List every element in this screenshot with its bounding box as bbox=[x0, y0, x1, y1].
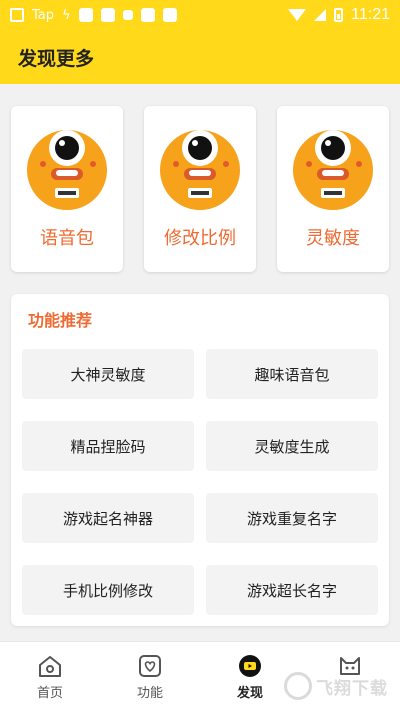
watermark-logo-icon bbox=[284, 672, 312, 700]
mascot-icon bbox=[160, 130, 240, 210]
feature-cards: 语音包 修改比例 灵敏度 bbox=[11, 106, 389, 272]
feature-button[interactable]: 游戏重复名字 bbox=[206, 493, 378, 543]
heart-icon bbox=[139, 655, 161, 677]
feature-button[interactable]: 大神灵敏度 bbox=[22, 349, 194, 399]
card-label: 语音包 bbox=[40, 228, 94, 249]
feature-button[interactable]: 精品捏脸码 bbox=[22, 421, 194, 471]
card-modify-ratio[interactable]: 修改比例 bbox=[144, 106, 256, 272]
signal-icon bbox=[314, 9, 327, 21]
carrier-text: Tap bbox=[32, 7, 55, 23]
home-icon bbox=[39, 656, 61, 677]
page-title: 发现更多 bbox=[18, 47, 95, 70]
section-title: 功能推荐 bbox=[28, 311, 93, 330]
bolt-icon: ϟ bbox=[62, 7, 71, 23]
wifi-icon bbox=[288, 9, 307, 21]
discover-icon bbox=[239, 655, 261, 677]
card-label: 灵敏度 bbox=[306, 228, 360, 249]
feature-button[interactable]: 游戏起名神器 bbox=[22, 493, 194, 543]
feature-button[interactable]: 趣味语音包 bbox=[206, 349, 378, 399]
watermark: 飞翔下载 bbox=[284, 669, 394, 703]
feature-button[interactable]: 手机比例修改 bbox=[22, 565, 194, 615]
notification-icon bbox=[122, 10, 133, 20]
nav-features[interactable]: 功能 bbox=[100, 642, 200, 711]
nav-label: 功能 bbox=[136, 686, 163, 701]
notification-icon bbox=[140, 8, 155, 22]
card-sensitivity[interactable]: 灵敏度 bbox=[277, 106, 389, 272]
feature-button[interactable]: 游戏超长名字 bbox=[206, 565, 378, 615]
card-voice-pack[interactable]: 语音包 bbox=[11, 106, 123, 272]
watermark-text: 飞翔下载 bbox=[316, 678, 388, 699]
header: 发现更多 bbox=[0, 30, 400, 84]
card-label: 修改比例 bbox=[164, 228, 236, 249]
status-bar: Tap ϟ 11:21 bbox=[0, 0, 400, 30]
battery-icon bbox=[334, 8, 344, 22]
clock: 11:21 bbox=[351, 6, 390, 23]
notification-icon bbox=[100, 8, 115, 22]
nav-home[interactable]: 首页 bbox=[0, 642, 100, 711]
image-notification-icon bbox=[10, 8, 24, 22]
recommend-grid: 大神灵敏度 趣味语音包 精品捏脸码 灵敏度生成 游戏起名神器 游戏重复名字 手机… bbox=[22, 349, 378, 615]
nav-label: 首页 bbox=[36, 686, 63, 701]
nav-label: 发现 bbox=[236, 686, 263, 701]
notification-icon bbox=[78, 8, 93, 22]
mascot-icon bbox=[293, 130, 373, 210]
recommend-panel: 功能推荐 大神灵敏度 趣味语音包 精品捏脸码 灵敏度生成 游戏起名神器 游戏重复… bbox=[11, 294, 389, 626]
feature-button[interactable]: 灵敏度生成 bbox=[206, 421, 378, 471]
mascot-icon bbox=[27, 130, 107, 210]
notification-icon bbox=[162, 8, 177, 22]
